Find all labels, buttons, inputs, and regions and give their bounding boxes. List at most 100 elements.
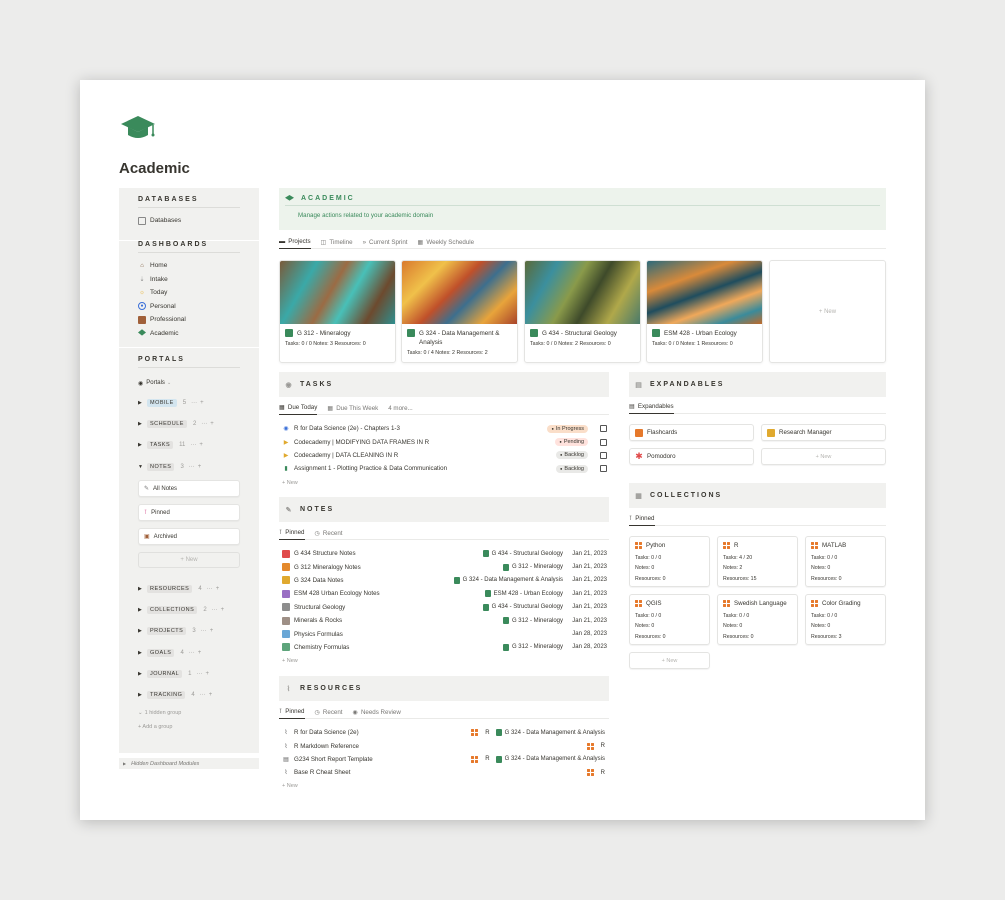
task-checkbox[interactable] bbox=[600, 425, 607, 433]
collection-tag[interactable]: R bbox=[586, 769, 605, 777]
tab-more[interactable]: 4 more... bbox=[388, 401, 412, 415]
note-row[interactable]: G 312 Mineralogy Notes G 312 - Mineralogy… bbox=[282, 560, 607, 573]
plus-icon[interactable]: + bbox=[216, 586, 220, 592]
plus-icon[interactable]: + bbox=[200, 400, 204, 406]
collection-card[interactable]: Color Grading Tasks: 0 / 0 Notes: 0 Resourc… bbox=[805, 594, 886, 645]
portal-group[interactable]: ▶ GOALS 4 ··· + bbox=[138, 642, 240, 663]
more-icon[interactable]: ··· bbox=[189, 464, 195, 470]
portal-group[interactable]: ▶ PROJECTS 3 ··· + bbox=[138, 621, 240, 642]
portal-group[interactable]: ▶ COLLECTIONS 2 ··· + bbox=[138, 599, 240, 620]
project-relation[interactable]: G 324 - Data Management & Analysis bbox=[495, 755, 605, 763]
project-card[interactable]: ESM 428 - Urban Ecology Tasks: 0 / 0 Not… bbox=[646, 260, 763, 363]
sidebar-item-academic[interactable]: Academic bbox=[138, 327, 240, 341]
portal-group[interactable]: ▶ TASKS 11 ··· + bbox=[138, 435, 240, 456]
project-relation[interactable]: G 434 - Structural Geology bbox=[482, 603, 563, 611]
collections-new-button[interactable]: + New bbox=[629, 652, 710, 669]
plus-icon[interactable]: + bbox=[221, 607, 225, 613]
note-row[interactable]: Chemistry Formulas G 312 - Mineralogy Jan … bbox=[282, 641, 607, 654]
project-card[interactable]: G 312 - Mineralogy Tasks: 0 / 0 Notes: 3… bbox=[279, 260, 396, 363]
more-icon[interactable]: ··· bbox=[197, 671, 203, 677]
sidebar-item-personal[interactable]: ● Personal bbox=[138, 300, 240, 314]
notes-new-button[interactable]: + New bbox=[138, 552, 240, 569]
more-icon[interactable]: ··· bbox=[207, 586, 213, 592]
note-row[interactable]: Minerals & Rocks G 312 - Mineralogy Jan 21… bbox=[282, 614, 607, 627]
tab-expandables[interactable]: ▤ Expandables bbox=[629, 400, 674, 414]
tab-recent[interactable]: ◷ Recent bbox=[315, 526, 343, 540]
expandable-research-manager[interactable]: Research Manager bbox=[761, 424, 886, 441]
tab-recent[interactable]: ◷ Recent bbox=[315, 705, 343, 719]
collection-card[interactable]: MATLAB Tasks: 0 / 0 Notes: 0 Resources: 0 bbox=[805, 536, 886, 587]
expandables-new-button[interactable]: + New bbox=[761, 448, 886, 465]
notes-new-button[interactable]: + New bbox=[282, 654, 298, 667]
plus-icon[interactable]: + bbox=[210, 421, 214, 427]
plus-icon[interactable]: + bbox=[198, 464, 202, 470]
task-row[interactable]: ▶ Codecademy | MODIFYING DATA FRAMES IN R… bbox=[282, 435, 607, 448]
tab-needs-review[interactable]: ◉ Needs Review bbox=[353, 705, 401, 719]
note-row[interactable]: G 434 Structure Notes G 434 - Structural … bbox=[282, 547, 607, 560]
tab-due-this-week[interactable]: ▦ Due This Week bbox=[327, 401, 378, 415]
project-relation[interactable]: G 312 - Mineralogy bbox=[502, 617, 563, 625]
portal-group[interactable]: ▼ NOTES 3 ··· + bbox=[138, 456, 240, 477]
resources-new-button[interactable]: + New bbox=[282, 779, 298, 792]
tab-due-today[interactable]: ▦ Due Today bbox=[279, 401, 318, 415]
project-card[interactable]: G 324 - Data Management & Analysis Tasks… bbox=[401, 260, 518, 363]
project-relation[interactable]: G 312 - Mineralogy bbox=[502, 563, 563, 571]
tab-timeline[interactable]: ◫ Timeline bbox=[321, 235, 353, 249]
notes-card-archived[interactable]: ▣ Archived bbox=[138, 528, 240, 546]
tab-pinned[interactable]: ⊺ Pinned bbox=[279, 526, 305, 540]
project-relation[interactable]: G 312 - Mineralogy bbox=[502, 643, 563, 651]
project-relation[interactable]: G 434 - Structural Geology bbox=[482, 550, 563, 558]
more-icon[interactable]: ··· bbox=[189, 650, 195, 656]
collection-tag[interactable]: R bbox=[586, 742, 605, 750]
portal-group[interactable]: ▶ TRACKING 4 ··· + bbox=[138, 685, 240, 706]
portal-group[interactable]: ▶ JOURNAL 1 ··· + bbox=[138, 663, 240, 684]
more-icon[interactable]: ··· bbox=[201, 421, 207, 427]
note-row[interactable]: G 324 Data Notes G 324 - Data Management … bbox=[282, 574, 607, 587]
collection-card[interactable]: QGIS Tasks: 0 / 0 Notes: 0 Resources: 0 bbox=[629, 594, 710, 645]
project-card[interactable]: G 434 - Structural Geology Tasks: 0 / 0 … bbox=[524, 260, 641, 363]
tasks-new-button[interactable]: + New bbox=[282, 476, 298, 489]
sidebar-item-professional[interactable]: Professional bbox=[138, 313, 240, 327]
plus-icon[interactable]: + bbox=[206, 671, 210, 677]
collection-card[interactable]: Swedish Language Tasks: 0 / 0 Notes: 0 Reso… bbox=[717, 594, 798, 645]
task-checkbox[interactable] bbox=[600, 465, 607, 473]
plus-icon[interactable]: + bbox=[198, 650, 202, 656]
note-row[interactable]: ESM 428 Urban Ecology Notes ESM 428 - Urb… bbox=[282, 587, 607, 600]
portal-group[interactable]: ▶ RESOURCES 4 ··· + bbox=[138, 578, 240, 599]
more-icon[interactable]: ··· bbox=[191, 400, 197, 406]
tab-pinned[interactable]: ⊺ Pinned bbox=[279, 705, 305, 719]
hidden-dashboard-modules[interactable]: ▶ Hidden Dashboard Modules bbox=[119, 758, 259, 769]
tab-pinned[interactable]: ⊺ Pinned bbox=[629, 512, 655, 526]
task-checkbox[interactable] bbox=[600, 438, 607, 446]
portal-group[interactable]: ▶ MOBILE 5 ··· + bbox=[138, 392, 240, 413]
portals-view-selector[interactable]: ◉ Portals ⌄ bbox=[138, 374, 240, 392]
expandable-flashcards[interactable]: Flashcards bbox=[629, 424, 754, 441]
tab-projects[interactable]: ▬ Projects bbox=[279, 235, 311, 249]
collection-tag[interactable]: R bbox=[471, 729, 490, 737]
task-row[interactable]: ◉ R for Data Science (2e) - Chapters 1-3 ●… bbox=[282, 422, 607, 435]
resource-row[interactable]: ▤ G234 Short Report Template R G 324 - Data… bbox=[282, 753, 605, 766]
more-icon[interactable]: ··· bbox=[200, 692, 206, 698]
plus-icon[interactable]: + bbox=[209, 692, 213, 698]
resource-row[interactable]: ⌇ R for Data Science (2e) R G 324 - Data Ma… bbox=[282, 726, 605, 739]
plus-icon[interactable]: + bbox=[210, 628, 214, 634]
project-relation[interactable]: G 324 - Data Management & Analysis bbox=[453, 576, 563, 584]
collection-tag[interactable]: R bbox=[471, 755, 490, 763]
task-checkbox[interactable] bbox=[600, 451, 607, 459]
add-group-button[interactable]: + Add a group bbox=[138, 720, 240, 734]
notes-card-all[interactable]: ✎ All Notes bbox=[138, 480, 240, 498]
collection-card[interactable]: Python Tasks: 0 / 0 Notes: 0 Resources: 0 bbox=[629, 536, 710, 587]
sidebar-item-today[interactable]: ☼ Today bbox=[138, 286, 240, 300]
tab-current-sprint[interactable]: » Current Sprint bbox=[363, 235, 408, 249]
task-row[interactable]: ▮ Assignment 1 - Plotting Practice & Data… bbox=[282, 462, 607, 475]
hidden-group-toggle[interactable]: ⌄ 1 hidden group bbox=[138, 706, 240, 720]
graduation-cap-icon[interactable] bbox=[120, 114, 156, 144]
more-icon[interactable]: ··· bbox=[201, 628, 207, 634]
notes-card-pinned[interactable]: ⊺ Pinned bbox=[138, 504, 240, 522]
project-relation[interactable]: G 324 - Data Management & Analysis bbox=[495, 729, 605, 737]
project-relation[interactable]: ESM 428 - Urban Ecology bbox=[484, 590, 563, 598]
collection-card[interactable]: R Tasks: 4 / 20 Notes: 2 Resources: 15 bbox=[717, 536, 798, 587]
resource-row[interactable]: ⌇ Base R Cheat Sheet R bbox=[282, 766, 605, 779]
new-project-card[interactable]: + New bbox=[769, 260, 886, 363]
tab-weekly-schedule[interactable]: ▦ Weekly Schedule bbox=[418, 235, 475, 249]
